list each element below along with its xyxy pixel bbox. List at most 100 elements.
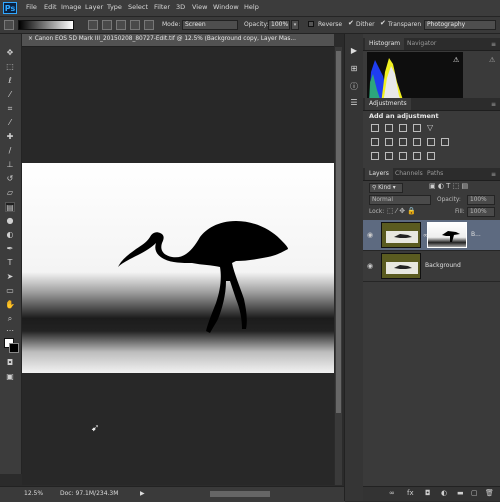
menu-image[interactable]: Image [61,3,81,11]
angle-gradient-icon[interactable] [116,20,126,30]
transparency-checkbox[interactable]: ✔ [380,19,386,27]
selective-color-adjustment-icon[interactable] [413,152,421,160]
gradient-map-adjustment-icon[interactable] [427,152,435,160]
layer-name[interactable]: Background [425,262,461,269]
tab-layers[interactable]: Layers [365,168,393,180]
more-tools-icon[interactable]: ⋯ [5,326,15,336]
gradient-tool-icon-active[interactable]: ▤ [5,202,15,212]
play-action-icon[interactable]: ▶ [349,46,359,56]
eraser-tool-icon[interactable]: ▱ [5,188,15,198]
menu-type[interactable]: Type [107,3,122,11]
background-color-swatch[interactable] [9,343,19,353]
zoom-tool-icon[interactable]: ⌕ [5,314,15,324]
layer-row-background[interactable]: ◉ Background [363,251,500,282]
menu-3d[interactable]: 3D [176,3,185,11]
hue-saturation-adjustment-icon[interactable] [371,138,379,146]
radial-gradient-icon[interactable] [102,20,112,30]
diamond-gradient-icon[interactable] [144,20,154,30]
eyedropper-tool-icon[interactable]: ⁄ [5,118,15,128]
path-selection-tool-icon[interactable]: ➤ [5,272,15,282]
menu-edit[interactable]: Edit [44,3,57,11]
info-icon[interactable]: ⓘ [349,82,359,92]
color-lookup-adjustment-icon[interactable] [441,138,449,146]
layer-style-icon[interactable]: fx [407,489,414,497]
channel-mixer-adjustment-icon[interactable] [427,138,435,146]
black-white-adjustment-icon[interactable] [399,138,407,146]
blend-mode-select[interactable]: Normal [369,195,431,205]
clone-stamp-tool-icon[interactable]: ⊥ [5,160,15,170]
tab-histogram[interactable]: Histogram [365,38,405,50]
menu-filter[interactable]: Filter [154,3,170,11]
brightness-adjustment-icon[interactable] [371,124,379,132]
crop-tool-icon[interactable]: ⌗ [5,104,15,114]
levels-adjustment-icon[interactable] [385,124,393,132]
color-balance-adjustment-icon[interactable] [385,138,393,146]
gradient-picker[interactable] [18,20,74,30]
layer-filter-icons[interactable]: ▣ ◐ T ⬚ ▤ [429,182,468,190]
zoom-level[interactable]: 12.5% [24,490,43,497]
linear-gradient-icon[interactable] [88,20,98,30]
photo-filter-adjustment-icon[interactable] [413,138,421,146]
new-group-icon[interactable]: ▬ [457,489,464,497]
vertical-scrollbar[interactable] [335,47,342,485]
new-layer-icon[interactable]: ▢ [471,489,478,497]
opacity-dropdown-icon[interactable]: ▾ [291,20,299,30]
gradient-tool-icon[interactable] [4,20,14,30]
add-mask-icon[interactable]: ◘ [425,489,431,497]
history-icon[interactable]: ⊞ [349,64,359,74]
move-tool-icon[interactable]: ✥ [5,48,15,58]
tab-adjustments[interactable]: Adjustments [365,98,411,110]
document-tab[interactable]: × Canon EOS 5D Mark III_20150208_80727-E… [22,34,334,47]
quick-select-tool-icon[interactable]: ⁄ [5,90,15,100]
menu-view[interactable]: View [192,3,207,11]
layer-filter-kind-select[interactable]: ⚲ Kind ▾ [369,183,403,193]
panel-menu-icon[interactable]: ≡ [491,41,496,48]
layer-name[interactable]: B... [471,231,481,238]
status-menu-arrow-icon[interactable]: ▶ [140,490,145,497]
hand-tool-icon[interactable]: ✋ [5,300,15,310]
blur-tool-icon[interactable]: ● [5,216,15,226]
type-tool-icon[interactable]: T [5,258,15,268]
delete-layer-icon[interactable]: 🗑 [485,489,494,497]
layers-menu-icon[interactable]: ≡ [491,171,496,178]
adjustments-menu-icon[interactable]: ≡ [491,101,496,108]
lock-icons[interactable]: ⬚ ⁄ ✥ 🔒 [387,207,416,215]
invert-adjustment-icon[interactable] [371,152,379,160]
rectangle-tool-icon[interactable]: ▭ [5,286,15,296]
menu-window[interactable]: Window [213,3,239,11]
horizontal-scroll-thumb[interactable] [210,491,270,497]
menu-help[interactable]: Help [244,3,259,11]
posterize-adjustment-icon[interactable] [385,152,393,160]
tab-paths[interactable]: Paths [423,168,447,180]
dither-checkbox[interactable]: ✔ [348,19,354,27]
marquee-tool-icon[interactable]: ⬚ [5,62,15,72]
layer-row-background-copy[interactable]: ◉ ∞ B... [363,220,500,251]
menu-layer[interactable]: Layer [85,3,103,11]
threshold-adjustment-icon[interactable] [399,152,407,160]
opacity-field[interactable]: 100% [268,20,290,30]
brush-tool-icon[interactable]: / [5,146,15,156]
reverse-checkbox[interactable] [308,21,314,27]
quick-mask-icon[interactable]: ◘ [5,358,15,368]
properties-icon[interactable]: ☰ [349,98,359,108]
layer-visibility-eye-icon[interactable]: ◉ [367,231,373,239]
menu-file[interactable]: File [26,3,37,11]
vibrance-adjustment-icon[interactable]: ▽ [427,124,435,132]
mode-select[interactable]: Screen [182,20,238,30]
workspace-preset-select[interactable]: Photography [424,20,496,30]
new-adjustment-layer-icon[interactable]: ◐ [441,489,447,497]
tab-channels[interactable]: Channels [391,168,427,180]
reflected-gradient-icon[interactable] [130,20,140,30]
layer-mask-thumbnail[interactable] [427,222,467,248]
menu-select[interactable]: Select [128,3,148,11]
curves-adjustment-icon[interactable] [399,124,407,132]
layer-visibility-eye-icon[interactable]: ◉ [367,262,373,270]
link-layers-icon[interactable]: ∞ [389,489,395,497]
exposure-adjustment-icon[interactable] [413,124,421,132]
lasso-tool-icon[interactable]: ℓ [5,76,15,86]
pen-tool-icon[interactable]: ✒ [5,244,15,254]
screen-mode-icon[interactable]: ▣ [5,372,15,382]
history-brush-tool-icon[interactable]: ↺ [5,174,15,184]
fill-field[interactable]: 100% [467,207,495,217]
healing-brush-tool-icon[interactable]: ✚ [5,132,15,142]
